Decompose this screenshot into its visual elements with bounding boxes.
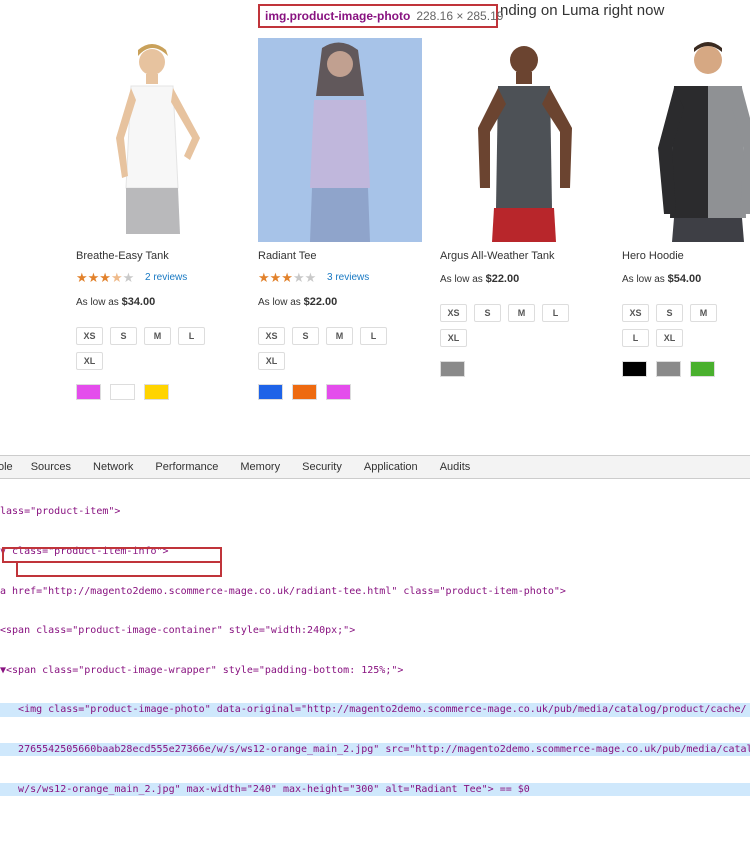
size-s[interactable]: S (110, 327, 137, 345)
color-swatches (440, 361, 465, 377)
inspector-selector: img.product-image-photo (265, 9, 411, 23)
inspector-tooltip: img.product-image-photo 228.16 × 285.19 (258, 4, 503, 28)
size-s[interactable]: S (474, 304, 501, 322)
product-photo[interactable] (622, 38, 750, 242)
rating-stars: ★★★★★ (76, 270, 135, 285)
model-image (310, 42, 370, 242)
product-price: As low as $34.00 (76, 296, 155, 308)
tab-console[interactable]: ole (0, 461, 13, 473)
size-xs[interactable]: XS (258, 327, 285, 345)
model-image (116, 44, 200, 234)
color-swatch[interactable] (690, 361, 715, 377)
dom-line[interactable]: a href="http://magento2demo.scommerce-ma… (0, 585, 750, 598)
size-xl[interactable]: XL (76, 352, 103, 370)
price-value: $22.00 (303, 296, 338, 308)
reviews-link[interactable]: 3 reviews (327, 272, 369, 283)
product-photo[interactable] (258, 38, 422, 242)
size-m[interactable]: M (144, 327, 171, 345)
color-swatch[interactable] (622, 361, 647, 377)
dom-line[interactable]: lass="product-item"> (0, 505, 750, 518)
price-prefix: As low as (258, 297, 301, 308)
product-name[interactable]: Hero Hoodie (622, 250, 684, 262)
price-value: $22.00 (485, 273, 520, 285)
size-m[interactable]: M (508, 304, 535, 322)
tab-network[interactable]: Network (93, 461, 133, 473)
price-prefix: As low as (76, 297, 119, 308)
size-l[interactable]: L (178, 327, 205, 345)
img-highlight-box (16, 561, 222, 577)
reviews-link[interactable]: 2 reviews (145, 272, 187, 283)
product-photo[interactable] (440, 38, 604, 242)
price-value: $54.00 (667, 273, 702, 285)
size-m[interactable]: M (690, 304, 717, 322)
size-m[interactable]: M (326, 327, 353, 345)
size-l[interactable]: L (622, 329, 649, 347)
size-xl[interactable]: XL (258, 352, 285, 370)
size-s[interactable]: S (656, 304, 683, 322)
color-swatch[interactable] (76, 384, 101, 400)
size-options: XS S M L XL (258, 327, 398, 370)
size-xs[interactable]: XS (76, 327, 103, 345)
dom-line-selected-cont[interactable]: 2765542505660baab28ecd555e27366e/w/s/ws1… (0, 742, 750, 757)
inspector-dimensions: 228.16 × 285.19 (416, 9, 504, 23)
size-xs[interactable]: XS (622, 304, 649, 322)
rating-stars: ★★★★★ (258, 270, 317, 285)
size-options: XS S M L XL (622, 304, 750, 347)
color-swatches (622, 361, 715, 377)
color-swatch[interactable] (110, 384, 135, 400)
tab-performance[interactable]: Performance (155, 461, 218, 473)
dom-line[interactable]: <span class="product-image-container" st… (0, 624, 750, 637)
color-swatch[interactable] (326, 384, 351, 400)
dom-line-selected[interactable]: <img class="product-image-photo" data-or… (0, 703, 750, 717)
tooltip-arrow (268, 28, 280, 34)
size-l[interactable]: L (542, 304, 569, 322)
product-price: As low as $22.00 (258, 296, 337, 308)
product-name[interactable]: Breathe-Easy Tank (76, 250, 169, 262)
color-swatch[interactable] (144, 384, 169, 400)
tab-audits[interactable]: Audits (440, 461, 471, 473)
tab-security[interactable]: Security (302, 461, 342, 473)
price-prefix: As low as (622, 274, 665, 285)
model-image (658, 42, 750, 242)
color-swatch[interactable] (292, 384, 317, 400)
price-value: $34.00 (121, 296, 156, 308)
model-image (478, 46, 572, 242)
product-price: As low as $22.00 (440, 273, 519, 285)
product-name[interactable]: Radiant Tee (258, 250, 317, 262)
devtools-tabs: ole Sources Network Performance Memory S… (0, 456, 750, 479)
color-swatch[interactable] (258, 384, 283, 400)
tab-memory[interactable]: Memory (240, 461, 280, 473)
size-l[interactable]: L (360, 327, 387, 345)
tab-application[interactable]: Application (364, 461, 418, 473)
product-price: As low as $54.00 (622, 273, 701, 285)
size-options: XS S M L XL (440, 304, 580, 347)
product-photo[interactable] (76, 38, 240, 242)
size-xs[interactable]: XS (440, 304, 467, 322)
devtools-panel: ole Sources Network Performance Memory S… (0, 455, 750, 796)
color-swatches (76, 384, 169, 400)
color-swatches (258, 384, 351, 400)
size-s[interactable]: S (292, 327, 319, 345)
size-xl[interactable]: XL (440, 329, 467, 347)
product-name[interactable]: Argus All-Weather Tank (440, 250, 555, 262)
dom-line-selected-cont[interactable]: w/s/ws12-orange_main_2.jpg" max-width="2… (0, 782, 750, 796)
dom-tree: lass="product-item"> v class="product-it… (0, 479, 750, 849)
color-swatch[interactable] (440, 361, 465, 377)
price-prefix: As low as (440, 274, 483, 285)
section-heading: nding on Luma right now (500, 2, 665, 19)
size-options: XS S M L XL (76, 327, 216, 370)
dom-line[interactable]: ▼<span class="product-image-wrapper" sty… (0, 664, 750, 677)
size-xl[interactable]: XL (656, 329, 683, 347)
color-swatch[interactable] (656, 361, 681, 377)
tab-sources[interactable]: Sources (31, 461, 71, 473)
